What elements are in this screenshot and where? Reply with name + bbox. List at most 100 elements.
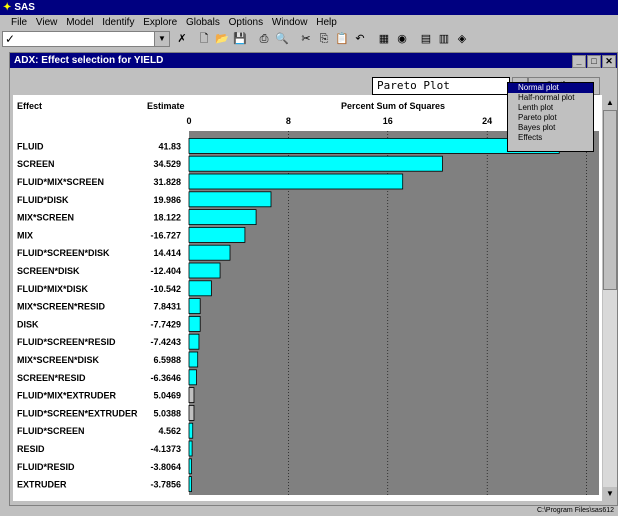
estimate-value: 5.0388 (153, 408, 181, 418)
sas-app-window: ✦ SAS File View Model Identify Explore Gl… (0, 0, 618, 516)
effect-bar (188, 387, 195, 404)
effect-label: FLUID*MIX*EXTRUDER (17, 391, 117, 401)
sas-logo-icon: ✦ (3, 2, 12, 13)
menu-globals[interactable]: Globals (186, 17, 220, 28)
estimate-value: -3.8064 (150, 462, 181, 472)
effect-bar (188, 173, 404, 190)
scroll-down-icon[interactable]: ▼ (603, 487, 617, 501)
effect-bar (188, 458, 192, 475)
estimate-value: 31.828 (153, 177, 181, 187)
effect-label: FLUID*SCREEN*DISK (17, 248, 110, 258)
effect-bar (188, 315, 201, 332)
effect-bar (188, 440, 193, 457)
plot-type-select[interactable]: Pareto Plot (372, 77, 510, 95)
close-icon[interactable]: ✕ (602, 55, 616, 68)
scroll-up-icon[interactable]: ▲ (603, 96, 617, 110)
effect-label: FLUID (17, 141, 44, 151)
graph-icon[interactable]: ▦ (376, 32, 392, 47)
effect-label: FLUID*RESID (17, 462, 75, 472)
submit-icon[interactable]: ✗ (174, 32, 190, 47)
print-icon[interactable]: ⎙ (256, 32, 272, 47)
axis-title: Percent Sum of Squares (341, 101, 445, 111)
effect-bar (188, 369, 197, 386)
scroll-thumb[interactable] (603, 110, 617, 290)
maximize-icon[interactable]: □ (587, 55, 601, 68)
estimate-value: -4.1373 (150, 444, 181, 454)
estimate-value: -12.404 (150, 266, 181, 276)
plot-type-menu: Normal plot Half-normal plot Lenth plot … (507, 82, 594, 152)
save-icon[interactable]: 💾 (232, 32, 248, 47)
minimize-icon[interactable]: _ (572, 55, 586, 68)
effect-bar (188, 138, 560, 154)
effect-label: SCREEN*RESID (17, 373, 86, 383)
menu-file[interactable]: File (11, 17, 27, 28)
estimate-value: -7.4243 (150, 337, 181, 347)
globe-icon[interactable]: ◉ (394, 32, 410, 47)
vertical-scrollbar[interactable]: ▲ ▼ (603, 96, 617, 501)
x-tick-label: 24 (482, 116, 492, 126)
effect-bar (188, 226, 246, 243)
paste-icon[interactable]: 📋 (334, 32, 350, 47)
menu-item-bayes-plot[interactable]: Bayes plot (508, 123, 593, 133)
effect-label: FLUID*SCREEN*EXTRUDER (17, 408, 138, 418)
effect-label: RESID (17, 444, 45, 454)
estimate-value: 34.529 (153, 159, 181, 169)
menu-item-effects[interactable]: Effects (508, 133, 593, 143)
estimate-value: 41.83 (158, 141, 181, 151)
effect-label: MIX*SCREEN (17, 213, 74, 223)
menu-item-half-normal-plot[interactable]: Half-normal plot (508, 93, 593, 103)
effect-bar (188, 404, 195, 421)
estimate-value: 6.5988 (153, 355, 181, 365)
effect-bar (188, 155, 443, 172)
menu-item-pareto-plot[interactable]: Pareto plot (508, 113, 593, 123)
new-file-icon[interactable]: 🗋 (196, 32, 212, 47)
menu-explore[interactable]: Explore (143, 17, 177, 28)
window-controls: _ □ ✕ (571, 54, 616, 69)
notes-icon[interactable]: ▤ (418, 32, 434, 47)
x-tick-label: 0 (186, 116, 191, 126)
effect-label: MIX*SCREEN*DISK (17, 355, 100, 365)
status-path: C:\Program Files\sas612 (536, 507, 614, 514)
menu-item-lenth-plot[interactable]: Lenth plot (508, 103, 593, 113)
estimate-value: -7.7429 (150, 319, 181, 329)
cut-icon[interactable]: ✂ (298, 32, 314, 47)
effect-label: SCREEN (17, 159, 55, 169)
command-box[interactable]: ✓ ▼ (2, 31, 170, 47)
app-title: SAS (14, 2, 35, 13)
open-folder-icon[interactable]: 📂 (214, 32, 230, 47)
checkmark-icon: ✓ (5, 32, 16, 46)
effect-label: FLUID*MIX*SCREEN (17, 177, 104, 187)
menu-help[interactable]: Help (316, 17, 337, 28)
menu-item-normal-plot[interactable]: Normal plot (508, 83, 593, 93)
menu-window[interactable]: Window (272, 17, 308, 28)
effect-label: FLUID*SCREEN (17, 426, 85, 436)
effect-bar (188, 280, 212, 297)
effect-bar (188, 422, 194, 439)
child-titlebar: ADX: Effect selection for YIELD _ □ ✕ (10, 53, 617, 68)
copy-icon[interactable]: ⎘ (316, 32, 332, 47)
estimate-value: 14.414 (153, 248, 181, 258)
menu-options[interactable]: Options (229, 17, 263, 28)
estimate-value: 7.8431 (153, 302, 181, 312)
estimate-value: -16.727 (150, 230, 181, 240)
effect-label: EXTRUDER (17, 480, 67, 490)
undo-icon[interactable]: ↶ (352, 32, 368, 47)
effect-bar (188, 209, 257, 225)
estimate-value: -10.542 (150, 284, 181, 294)
effect-bar (188, 351, 199, 368)
effect-label: FLUID*DISK (17, 195, 69, 205)
help-icon[interactable]: ◈ (454, 32, 470, 47)
menu-identify[interactable]: Identify (102, 17, 134, 28)
child-window-title: ADX: Effect selection for YIELD (14, 55, 164, 66)
table-icon[interactable]: ▥ (436, 32, 452, 47)
estimate-value: 4.562 (158, 426, 181, 436)
print-preview-icon[interactable]: 🔍 (274, 32, 290, 47)
menu-view[interactable]: View (36, 17, 58, 28)
menubar: File View Model Identify Explore Globals… (0, 16, 618, 29)
effect-bar (188, 244, 231, 261)
effect-label: MIX*SCREEN*RESID (17, 302, 106, 312)
effect-bar (188, 476, 192, 493)
status-bar: C:\Program Files\sas612 (0, 506, 618, 516)
menu-model[interactable]: Model (66, 17, 93, 28)
chevron-down-icon[interactable]: ▼ (154, 32, 169, 46)
